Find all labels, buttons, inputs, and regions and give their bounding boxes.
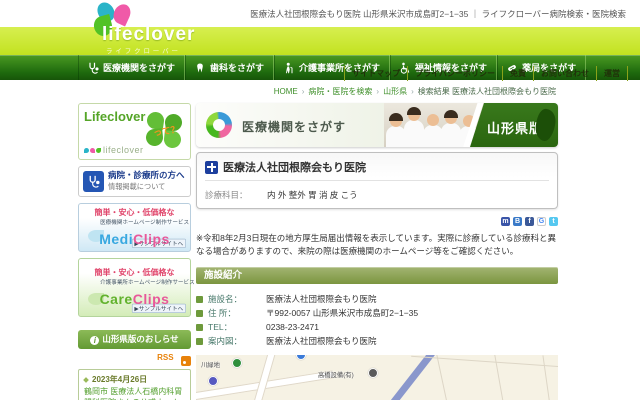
news-item-date: 2023年4月26日: [84, 374, 185, 385]
prefecture-edition-badge: 山形県版: [470, 103, 558, 147]
breadcrumb-separator: ›: [302, 87, 305, 96]
news-list: 2023年4月26日 鶴岡市 医療法人石橋内科胃腸科医院さんの公式ホームペ: [78, 369, 191, 400]
department-row: 診療科目： 内 外 整外 胃 消 皮 こう: [205, 189, 549, 201]
careclips-subtitle: 介護事業所ホームページ制作サービス: [100, 278, 169, 286]
facility-detail-list: 施設名： 医療法人社団根際会もり医院 住 所： 〒992-0057 山形県米沢市…: [196, 292, 558, 348]
clover-petal-icon: [84, 148, 89, 153]
hospital-summary-card: 医療法人社団根際会もり医院 診療科目： 内 外 整外 胃 消 皮 こう: [196, 152, 558, 209]
prefecture-silhouette-icon: [534, 108, 557, 142]
provider-info-banner[interactable]: 病院・診療所の方へ 情報掲載について: [78, 166, 191, 197]
careclips-catchcopy: 簡単・安心・低価格な: [79, 267, 190, 278]
breadcrumb-home[interactable]: HOME: [274, 87, 298, 96]
site-logo[interactable]: lifeclover ライフクローバー: [86, 2, 226, 55]
prefecture-news-header: i山形県版のおしらせ: [78, 330, 191, 349]
breadcrumb-prefecture[interactable]: 山形県: [383, 86, 407, 97]
twitter-icon[interactable]: t: [549, 217, 558, 226]
social-bookmark-row: m B f G t: [196, 217, 558, 226]
info-icon: i: [90, 336, 99, 345]
utility-link-operator[interactable]: 運営: [596, 66, 628, 81]
mediclips-subtitle: 医療機関ホームページ制作サービス: [100, 218, 169, 226]
tab-label: 歯科をさがす: [210, 61, 264, 74]
hospital-header: 医療法人社団根際会もり医院: [205, 159, 549, 181]
breadcrumb-separator: ›: [376, 87, 379, 96]
map-road: [411, 356, 558, 367]
facebook-icon[interactable]: f: [525, 217, 534, 226]
location-map[interactable]: 川緑地 高橋設備(有): [196, 355, 558, 400]
facility-row-map: 案内図： 医療法人社団根際会もり医院: [196, 334, 558, 348]
facility-row-address: 住 所： 〒992-0057 山形県米沢市成島町2−1−35: [196, 306, 558, 320]
rss-row: RSS: [78, 353, 191, 366]
bullet-icon: [196, 324, 203, 331]
utility-link-contact[interactable]: お問い合わせ: [533, 66, 596, 81]
tab-medical-search[interactable]: 医療機関をさがす: [78, 55, 185, 80]
page: 医療法人社団根際会もり医院 山形県米沢市成島町2−1−35 ｜ ライフクローバー…: [0, 0, 640, 400]
breadcrumb-current: 検索結果 医療法人社団根際会もり医院: [418, 86, 556, 97]
breadcrumb: HOME › 病院・医院を検索 › 山形県 › 検索結果 医療法人社団根際会もり…: [274, 86, 556, 97]
facility-row-name: 施設名： 医療法人社団根際会もり医院: [196, 292, 558, 306]
logo-wordmark: lifeclover: [102, 24, 195, 46]
map-road: [436, 355, 454, 400]
news-item-link[interactable]: 鶴岡市 医療法人石橋内科胃腸科医院さんの公式ホームペ: [84, 387, 185, 400]
stethoscope-icon: [87, 62, 99, 74]
mediclips-banner[interactable]: 簡単・安心・低価格な 医療機関ホームページ制作サービス MediClips ▶サ…: [78, 203, 191, 252]
careclips-banner[interactable]: 簡単・安心・低価格な 介護事業所ホームページ制作サービス CareClips ▶…: [78, 258, 191, 317]
tab-dental-search[interactable]: 歯科をさがす: [185, 55, 274, 80]
clover-petal-icon: [111, 2, 134, 27]
map-highway: [373, 355, 438, 400]
section-banner-title: 医療機関をさがす: [242, 118, 346, 135]
clover-petal-icon: [90, 148, 95, 153]
poi-marker-icon[interactable]: [296, 355, 306, 360]
utility-link-sitemap[interactable]: サイトマップ: [344, 66, 407, 81]
main-content: 医療機関をさがす 山形県版 医療法人社団根際会もり医院 診療科目： 内 外 整外…: [196, 103, 558, 400]
mediclips-catchcopy: 簡単・安心・低価格な: [79, 207, 190, 218]
map-label-company[interactable]: 高橋設備(有): [318, 370, 354, 379]
provider-banner-title: 病院・診療所の方へ: [108, 169, 185, 181]
bullet-icon: [196, 338, 203, 345]
stethoscope-icon: [83, 171, 104, 192]
utility-nav: サイトマップ プライバシーポリシー 免責 お問い合わせ 運営: [344, 66, 628, 81]
google-icon[interactable]: G: [537, 217, 546, 226]
park-marker-icon[interactable]: [232, 358, 242, 368]
map-road: [542, 356, 554, 400]
tooth-icon: [194, 62, 206, 74]
department-label: 診療科目：: [205, 189, 255, 201]
hospital-name: 医療法人社団根際会もり医院: [223, 159, 366, 175]
poi-marker-icon[interactable]: [208, 376, 218, 386]
clover-petal-icon: [96, 148, 101, 153]
sidebar: Lifeclover って？ lifeclover 病院・診療所の方へ 情報掲載…: [78, 103, 191, 400]
company-marker-icon[interactable]: [368, 368, 378, 378]
facility-row-tel: TEL： 0238-23-2471: [196, 320, 558, 334]
careclips-logo: CareClips: [79, 291, 190, 307]
bullet-icon: [196, 310, 203, 317]
breadcrumb-separator: ›: [411, 87, 414, 96]
rss-icon[interactable]: [181, 356, 191, 366]
caregiver-icon: [283, 62, 295, 74]
lifeclover-mini-logo: lifeclover: [84, 145, 144, 155]
facility-section-header: 施設紹介: [196, 267, 558, 284]
page-title-text: 医療法人社団根際会もり医院 山形県米沢市成島町2−1−35 ｜ ライフクローバー…: [250, 8, 626, 20]
logo-kana: ライフクローバー: [106, 46, 181, 55]
hospital-icon: [205, 161, 218, 174]
utility-link-disclaimer[interactable]: 免責: [502, 66, 533, 81]
lifeclover-banner-title: Lifeclover: [84, 109, 145, 124]
rss-link[interactable]: RSS: [157, 353, 173, 362]
department-value: 内 外 整外 胃 消 皮 こう: [267, 189, 358, 201]
provider-banner-subtitle: 情報掲載について: [108, 181, 169, 191]
bullet-icon: [196, 296, 203, 303]
bullet-icon: [83, 377, 89, 383]
map-label-park[interactable]: 川緑地: [201, 360, 220, 369]
mediclips-logo: MediClips: [79, 231, 190, 247]
clover-ring-icon: [206, 112, 232, 138]
utility-link-privacy[interactable]: プライバシーポリシー: [407, 66, 502, 81]
tab-label: 医療機関をさがす: [103, 61, 175, 74]
lifeclover-about-banner[interactable]: Lifeclover って？ lifeclover: [78, 103, 191, 160]
hatena-icon[interactable]: B: [513, 217, 522, 226]
mixi-icon[interactable]: m: [501, 217, 510, 226]
section-banner[interactable]: 医療機関をさがす 山形県版: [196, 103, 558, 147]
map-road: [247, 355, 277, 400]
mini-logo-text: lifeclover: [103, 145, 144, 155]
breadcrumb-search[interactable]: 病院・医院を検索: [308, 86, 372, 97]
provider-banner-texts: 病院・診療所の方へ 情報掲載について: [108, 169, 185, 194]
data-source-notice: ※令和8年2月3日現在の地方厚生局届出情報を表示しています。実際に診療している診…: [196, 232, 558, 258]
